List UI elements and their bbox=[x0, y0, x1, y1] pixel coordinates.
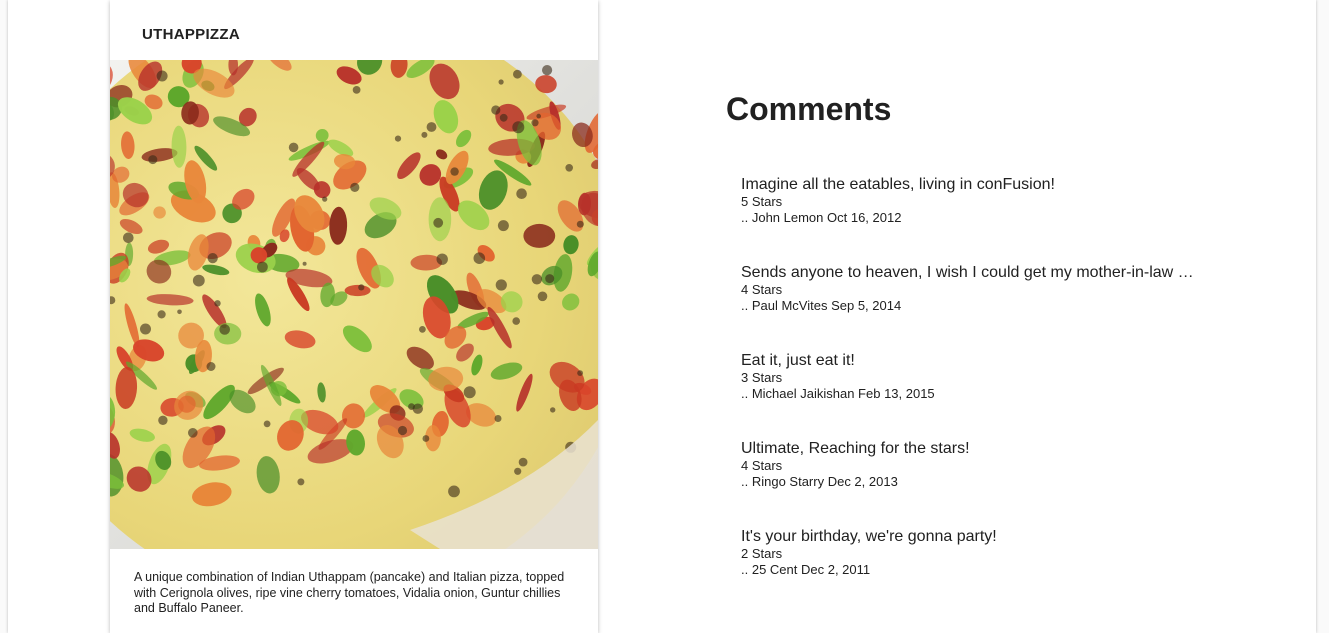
pizza-char-spot bbox=[257, 261, 268, 273]
comment-author-date: .. Michael Jaikishan Feb 13, 2015 bbox=[741, 386, 935, 401]
pizza-char-spot bbox=[422, 435, 430, 442]
pizza-char-spot bbox=[288, 142, 299, 153]
pizza-char-spot bbox=[214, 300, 221, 307]
pizza-char-spot bbox=[450, 167, 459, 176]
comment-text: It's your birthday, we're gonna party! bbox=[741, 528, 997, 545]
pizza-char-spot bbox=[206, 362, 216, 371]
pizza-char-spot bbox=[576, 220, 584, 228]
pizza-char-spot bbox=[158, 415, 168, 425]
pizza-char-spot bbox=[140, 323, 151, 335]
comment-author-date: .. Paul McVites Sep 5, 2014 bbox=[741, 298, 902, 313]
pizza-char-spot bbox=[433, 217, 444, 228]
pizza-char-spot bbox=[421, 131, 428, 138]
pizza-char-spot bbox=[219, 324, 230, 335]
pizza-char-spot bbox=[497, 220, 509, 232]
pizza-char-spot bbox=[123, 232, 134, 244]
comment-rating: 4 Stars bbox=[741, 458, 783, 473]
pizza-char-spot bbox=[148, 155, 158, 165]
dish-title: UTHAPPIZZA bbox=[142, 26, 240, 43]
pizza-char-spot bbox=[157, 310, 166, 319]
pizza-char-spot bbox=[397, 425, 408, 436]
pizza-char-spot bbox=[498, 79, 504, 85]
comment-item: Ultimate, Reaching for the stars! 4 Star… bbox=[741, 440, 1211, 528]
comment-text: Ultimate, Reaching for the stars! bbox=[741, 440, 970, 457]
pizza-char-spot bbox=[536, 113, 541, 119]
comment-rating: 3 Stars bbox=[741, 370, 783, 385]
comment-rating: 2 Stars bbox=[741, 546, 783, 561]
pizza-char-spot bbox=[358, 284, 365, 291]
pizza-char-spot bbox=[419, 326, 426, 333]
comments-list: Imagine all the eatables, living in conF… bbox=[741, 176, 1211, 616]
pizza-char-spot bbox=[463, 386, 476, 399]
pizza-char-spot bbox=[322, 196, 328, 202]
comment-author-date: .. John Lemon Oct 16, 2012 bbox=[741, 210, 902, 225]
pizza-char-spot bbox=[491, 105, 501, 115]
pizza-char-spot bbox=[518, 457, 528, 467]
comment-rating: 5 Stars bbox=[741, 194, 783, 209]
pizza-char-spot bbox=[577, 370, 583, 376]
comment-text: Imagine all the eatables, living in conF… bbox=[741, 176, 1055, 193]
pizza-char-spot bbox=[448, 485, 460, 498]
pizza-char-spot bbox=[394, 135, 402, 142]
comments-heading: Comments bbox=[726, 91, 892, 127]
dish-card: UTHAPPIZZA A unique combination of India… bbox=[110, 0, 598, 633]
comment-item: Imagine all the eatables, living in conF… bbox=[741, 176, 1211, 264]
pizza-char-spot bbox=[188, 428, 198, 438]
pizza-char-spot bbox=[545, 274, 555, 284]
comment-text: Eat it, just eat it! bbox=[741, 352, 855, 369]
pizza-char-spot bbox=[156, 70, 168, 82]
comment-author-date: .. Ringo Starry Dec 2, 2013 bbox=[741, 474, 898, 489]
comment-text: Sends anyone to heaven, I wish I could g… bbox=[741, 264, 1194, 281]
pizza-char-spot bbox=[514, 467, 522, 475]
pizza-char-spot bbox=[263, 420, 271, 428]
pizza-char-spot bbox=[177, 309, 182, 315]
pizza-char-spot bbox=[531, 274, 543, 285]
pizza-topping bbox=[523, 223, 556, 248]
pizza-char-spot bbox=[516, 188, 527, 199]
pizza-char-spot bbox=[473, 252, 486, 264]
pizza-char-spot bbox=[512, 121, 525, 134]
pizza-char-spot bbox=[512, 317, 520, 325]
pizza-char-spot bbox=[542, 65, 553, 76]
pizza-char-spot bbox=[550, 407, 556, 413]
pizza-char-spot bbox=[436, 253, 448, 265]
dish-description: A unique combination of Indian Uthappam … bbox=[134, 570, 565, 615]
pizza-char-spot bbox=[494, 415, 502, 422]
pizza-char-spot bbox=[426, 122, 437, 132]
comment-item: Eat it, just eat it! 3 Stars .. Michael … bbox=[741, 352, 1211, 440]
pizza-char-spot bbox=[565, 164, 573, 172]
pizza-topping bbox=[344, 284, 371, 297]
pizza-char-spot bbox=[537, 291, 548, 302]
pizza-char-spot bbox=[302, 261, 307, 266]
comment-rating: 4 Stars bbox=[741, 282, 783, 297]
pizza-char-spot bbox=[192, 274, 205, 287]
pizza-char-spot bbox=[350, 182, 360, 192]
pizza-char-spot bbox=[352, 86, 361, 94]
pizza-char-spot bbox=[412, 403, 423, 414]
dish-image bbox=[110, 60, 598, 549]
pizza-char-spot bbox=[207, 253, 218, 264]
comment-author-date: .. 25 Cent Dec 2, 2011 bbox=[741, 562, 871, 577]
pizza-char-spot bbox=[297, 478, 305, 486]
comment-item: It's your birthday, we're gonna party! 2… bbox=[741, 528, 1211, 616]
pizza-char-spot bbox=[513, 69, 522, 79]
pizza-char-spot bbox=[495, 279, 507, 291]
comment-item: Sends anyone to heaven, I wish I could g… bbox=[741, 264, 1211, 352]
pizza-char-spot bbox=[499, 113, 508, 122]
pizza-char-spot bbox=[531, 119, 539, 127]
